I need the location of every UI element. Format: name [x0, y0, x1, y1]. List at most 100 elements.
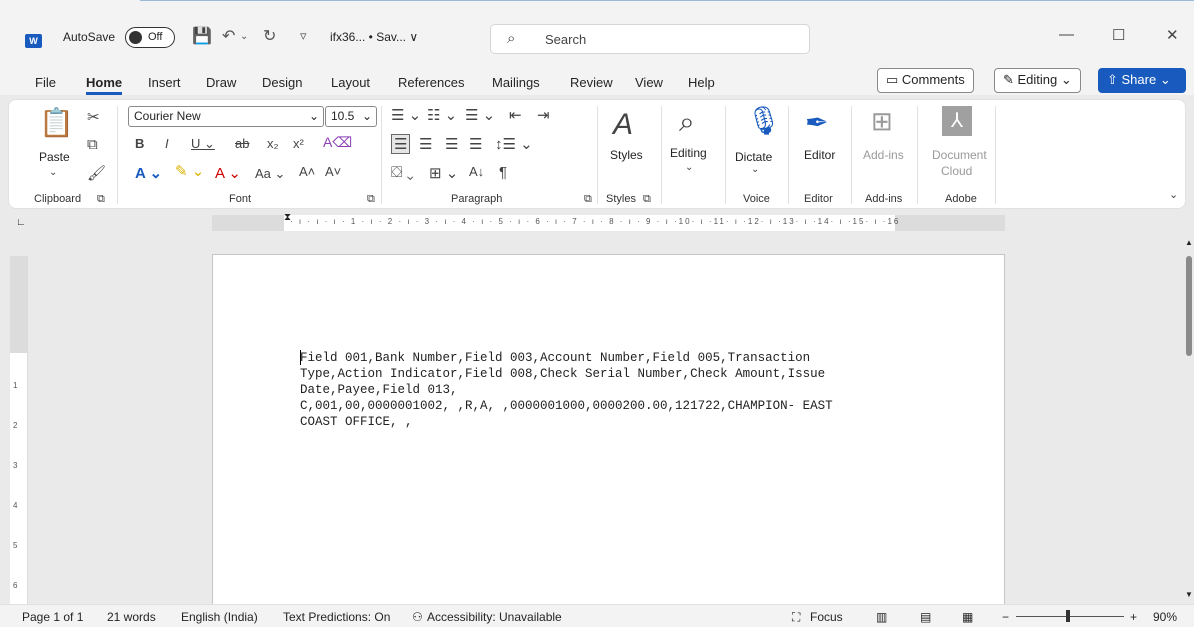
editor-pen-icon[interactable]: ✒ — [805, 106, 828, 139]
italic-icon[interactable]: I — [165, 136, 169, 151]
save-icon[interactable]: 💾 — [192, 26, 212, 46]
multilevel-list-icon[interactable]: ☰ ⌄ — [465, 106, 495, 124]
search-box[interactable]: ⌕ Search — [490, 24, 810, 54]
dictate-dropdown-icon[interactable]: ⌄ — [751, 164, 759, 175]
sort-icon[interactable]: A↓ — [469, 164, 484, 179]
minimize-icon[interactable]: — — [1059, 26, 1074, 43]
adobe-document-cloud-icon[interactable]: ⅄ — [942, 106, 972, 136]
tab-draw[interactable]: Draw — [206, 75, 236, 90]
styles-launcher-icon[interactable]: ⧉ — [643, 193, 651, 206]
cut-icon[interactable]: ✂ — [87, 108, 100, 126]
editing-search-icon[interactable]: ⌕ — [679, 106, 695, 139]
zoom-slider-track[interactable] — [1016, 616, 1124, 617]
clipboard-launcher-icon[interactable]: ⧉ — [97, 193, 105, 206]
scroll-up-icon[interactable]: ▲ — [1185, 238, 1193, 247]
grow-font-icon[interactable]: A˄ — [299, 164, 315, 179]
document-cloud-label-2[interactable]: Cloud — [941, 164, 972, 178]
highlight-color-icon[interactable]: ✎ ⌄ — [175, 162, 204, 180]
bold-icon[interactable]: B — [135, 136, 144, 151]
tab-view[interactable]: View — [635, 75, 663, 90]
zoom-out-icon[interactable]: − — [1002, 610, 1009, 624]
text-predictions-status[interactable]: Text Predictions: On — [283, 610, 390, 624]
text-effects-icon[interactable]: A ⌄ — [135, 164, 162, 182]
document-page[interactable]: Field 001,Bank Number,Field 003,Account … — [212, 254, 1005, 604]
share-button[interactable]: ⇧ Share ⌄ — [1098, 68, 1186, 93]
format-painter-icon[interactable]: 🖌 — [87, 164, 106, 182]
paste-dropdown-icon[interactable]: ⌄ — [49, 167, 57, 178]
paragraph-launcher-icon[interactable]: ⧉ — [584, 193, 592, 206]
zoom-slider-thumb[interactable] — [1066, 610, 1070, 622]
print-layout-icon[interactable]: ▤ — [920, 610, 931, 624]
underline-icon[interactable]: U ⌄ — [191, 136, 215, 152]
web-layout-icon[interactable]: ▦ — [962, 610, 973, 624]
font-color-icon[interactable]: A ⌄ — [215, 164, 241, 182]
word-count[interactable]: 21 words — [107, 610, 156, 624]
microphone-icon[interactable]: 🎙 — [746, 104, 782, 137]
font-size-combo[interactable]: 10.5 ⌄ — [325, 106, 377, 127]
document-body-text[interactable]: Field 001,Bank Number,Field 003,Account … — [300, 350, 950, 430]
add-ins-icon[interactable]: ⊞ — [871, 106, 893, 137]
justify-icon[interactable]: ☰ — [469, 135, 482, 153]
page-count[interactable]: Page 1 of 1 — [22, 610, 83, 624]
show-formatting-icon[interactable]: ¶ — [499, 164, 507, 181]
editing-dropdown-icon[interactable]: ⌄ — [685, 162, 693, 173]
superscript-icon[interactable]: x² — [293, 136, 304, 151]
accessibility-status[interactable]: Accessibility: Unavailable — [427, 610, 562, 624]
line-spacing-icon[interactable]: ↕☰ ⌄ — [495, 135, 533, 153]
document-cloud-label-1[interactable]: Document — [932, 148, 987, 162]
subscript-icon[interactable]: x₂ — [267, 136, 279, 151]
read-mode-icon[interactable]: ▥ — [876, 610, 887, 624]
align-center-icon[interactable]: ☰ — [419, 135, 432, 153]
scrollbar-thumb[interactable] — [1186, 256, 1192, 356]
dictate-label[interactable]: Dictate — [735, 150, 772, 164]
change-case-icon[interactable]: Aa ⌄ — [255, 166, 285, 182]
add-ins-label[interactable]: Add-ins — [863, 148, 904, 162]
tab-insert[interactable]: Insert — [148, 75, 181, 90]
tab-review[interactable]: Review — [570, 75, 613, 90]
tab-layout[interactable]: Layout — [331, 75, 370, 90]
zoom-in-icon[interactable]: + — [1130, 610, 1137, 624]
editing-label[interactable]: Editing — [670, 146, 707, 160]
strikethrough-icon[interactable]: ab — [235, 136, 249, 151]
numbering-icon[interactable]: ☷ ⌄ — [427, 106, 457, 124]
undo-icon[interactable]: ↶ — [222, 26, 235, 46]
zoom-level[interactable]: 90% — [1153, 610, 1177, 624]
borders-icon[interactable]: ⊞ ⌄ — [429, 164, 458, 182]
font-launcher-icon[interactable]: ⧉ — [367, 193, 375, 206]
increase-indent-icon[interactable]: ⇥ — [537, 106, 550, 124]
decrease-indent-icon[interactable]: ⇤ — [509, 106, 522, 124]
styles-icon[interactable]: A — [613, 108, 633, 142]
tab-file[interactable]: File — [35, 75, 56, 90]
paste-label[interactable]: Paste — [39, 150, 70, 164]
align-right-icon[interactable]: ☰ — [445, 135, 458, 153]
copy-icon[interactable]: ⧉ — [87, 136, 98, 153]
customize-toolbar-icon[interactable]: ▿ — [300, 28, 307, 44]
language-status[interactable]: English (India) — [181, 610, 258, 624]
comments-button[interactable]: ▭ Comments — [877, 68, 974, 93]
bullets-icon[interactable]: ☰ ⌄ — [391, 106, 421, 124]
tab-help[interactable]: Help — [688, 75, 715, 90]
font-name-combo[interactable]: Courier New ⌄ — [128, 106, 324, 127]
collapse-ribbon-icon[interactable]: ⌄ — [1169, 188, 1178, 201]
redo-icon[interactable]: ↻ — [263, 26, 276, 46]
focus-mode-label[interactable]: Focus — [810, 610, 843, 624]
align-left-icon[interactable]: ☰ — [391, 134, 411, 154]
document-filename[interactable]: ifx36... • Sav... ∨ — [330, 30, 418, 44]
shading-icon[interactable]: ⛋ ⌄ — [391, 164, 414, 181]
tab-references[interactable]: References — [398, 75, 464, 90]
editor-label[interactable]: Editor — [804, 148, 835, 162]
autosave-toggle[interactable]: Off — [125, 27, 175, 48]
tab-design[interactable]: Design — [262, 75, 302, 90]
maximize-icon[interactable]: ☐ — [1112, 26, 1125, 44]
indent-marker-icon[interactable]: ⧗ — [284, 212, 291, 223]
clear-formatting-icon[interactable]: A⌫ — [323, 134, 352, 151]
shrink-font-icon[interactable]: A˅ — [325, 164, 341, 179]
close-icon[interactable]: ✕ — [1166, 26, 1179, 44]
tab-selector-icon[interactable]: ∟ — [16, 217, 26, 228]
vertical-scrollbar[interactable]: ▲ ▼ — [1184, 238, 1194, 603]
tab-mailings[interactable]: Mailings — [492, 75, 540, 90]
scroll-down-icon[interactable]: ▼ — [1185, 590, 1193, 599]
paste-icon[interactable]: 📋 — [39, 106, 74, 139]
styles-label[interactable]: Styles — [610, 148, 643, 162]
editing-mode-button[interactable]: ✎ Editing ⌄ — [994, 68, 1081, 93]
